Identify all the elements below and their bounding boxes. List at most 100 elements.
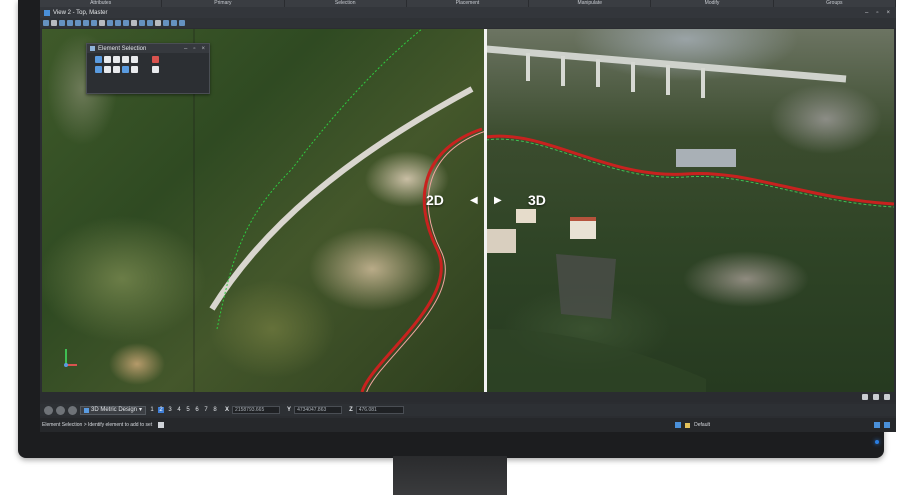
render-icon[interactable] [163,20,169,26]
pan-view-icon[interactable] [107,20,113,26]
view-menu-icon[interactable] [884,394,890,400]
view-status-bar [40,392,896,402]
terrain-3d-overlay [485,45,894,392]
view-button-8[interactable]: 8 [212,407,218,413]
element-selection-icon [90,46,95,51]
axis-triad-icon [64,349,77,367]
select-all-icon[interactable] [131,66,138,73]
lighting-icon[interactable] [171,20,177,26]
retaining-wall-3d [556,254,616,319]
clear-selection-icon[interactable] [152,56,159,63]
model-dropdown[interactable]: 3D Metric Design ▾ [80,405,147,415]
ribbon-group-primary[interactable]: Primary [162,0,285,7]
status-right-group: Default [675,422,896,428]
add-mode-icon[interactable] [104,66,111,73]
model-icon[interactable] [68,405,77,415]
ribbon-group-manipulate[interactable]: Manipulate [529,0,652,7]
close-icon[interactable]: × [886,10,890,16]
view-button-5[interactable]: 5 [185,407,191,413]
individual-select-icon[interactable] [95,56,102,63]
monitor: Attributes Primary Selection Placement M… [18,0,896,458]
element-selection-panel: Element Selection – ▫ × [86,43,210,94]
lock-icon[interactable] [685,422,691,428]
view-toggle-icon[interactable] [862,394,868,400]
x-label: X [225,407,230,413]
road-edge-2d [366,130,487,392]
shape-select-icon[interactable] [113,56,120,63]
restore-icon[interactable]: ▫ [876,10,878,16]
view-button-6[interactable]: 6 [194,407,200,413]
minimize-icon[interactable]: – [865,10,868,16]
back-button[interactable] [44,405,53,415]
road-alignment-2d [360,127,483,392]
model-name: 3D Metric Design [91,406,138,413]
view-display-icon[interactable] [155,20,161,26]
fit-view-icon[interactable] [91,20,97,26]
power-indicator [875,440,879,444]
ribbon-group-labels: Attributes Primary Selection Placement M… [40,0,896,7]
status-prompt: Element Selection > Identify element to … [42,422,153,428]
view-group-icon[interactable] [873,394,879,400]
ribbon-group-selection[interactable]: Selection [285,0,407,7]
view-previous-icon[interactable] [115,20,121,26]
panel-close-icon[interactable]: × [201,46,205,52]
rotate-view-icon[interactable] [99,20,105,26]
forward-button[interactable] [56,405,65,415]
ribbon-group-attributes[interactable]: Attributes [40,0,163,7]
ribbon-group-modify[interactable]: Modify [651,0,774,7]
new-mode-icon[interactable] [95,66,102,73]
active-level[interactable]: Default [694,422,710,428]
label-2d: 2D [426,192,444,208]
subtract-mode-icon[interactable] [113,66,120,73]
view-button-4[interactable]: 4 [176,407,182,413]
notification-icon[interactable] [874,422,880,428]
snap-mode-icon[interactable] [675,422,682,428]
divider-left-arrow-icon[interactable]: ◀ [470,195,478,206]
view-title-bar: View 2 - Top, Master – ▫ × [40,7,896,18]
panel-window-controls: – ▫ × [184,46,209,52]
y-label: Y [287,407,292,413]
update-view-icon[interactable] [59,20,65,26]
foreground-slope [486,329,706,392]
view-button-1[interactable]: 1 [149,407,155,413]
y-coordinate-field[interactable]: 4734047.863 [294,406,343,414]
block-select-icon[interactable] [104,56,111,63]
selection-modes-row [87,63,209,73]
window-area-icon[interactable] [83,20,89,26]
coordinate-bar: 3D Metric Design ▾ 1 2 3 4 5 6 7 8 X 215… [40,404,896,416]
camera-icon[interactable] [139,20,145,26]
view-next-icon[interactable] [123,20,129,26]
invert-mode-icon[interactable] [122,66,129,73]
line-select-icon[interactable] [131,56,138,63]
chevron-down-icon: ▾ [139,406,143,413]
divider-right-arrow-icon[interactable]: ▶ [494,195,502,206]
zoom-in-icon[interactable] [67,20,73,26]
x-coordinate-field[interactable]: 2158793.665 [232,406,281,414]
split-view-divider[interactable] [484,29,487,392]
element-selection-title: Element Selection [98,45,147,52]
view-button-3[interactable]: 3 [167,407,173,413]
panel-minimize-icon[interactable]: – [184,46,187,52]
copy-view-icon[interactable] [131,20,137,26]
view-button-2[interactable]: 2 [158,407,165,413]
display-style-icon[interactable] [51,20,57,26]
view-icon [44,9,50,16]
reality-mesh-3d-view[interactable] [485,29,894,392]
ribbon-group-groups[interactable]: Groups [774,0,896,7]
ribbon-group-placement[interactable]: Placement [407,0,530,7]
view-button-7[interactable]: 7 [203,407,209,413]
panel-restore-icon[interactable]: ▫ [193,46,195,52]
selection-methods-row [87,53,209,63]
clip-volume-icon[interactable] [147,20,153,26]
monitor-stand [393,456,507,495]
view-attributes-icon[interactable] [43,20,49,26]
message-center-icon[interactable] [158,422,165,428]
z-coordinate-field[interactable]: 476.081 [355,406,404,414]
element-selection-titlebar[interactable]: Element Selection – ▫ × [87,44,209,53]
settings-icon[interactable] [884,422,890,428]
view-settings-icon[interactable] [179,20,185,26]
zoom-out-icon[interactable] [75,20,81,26]
map-viewport[interactable]: 2D ◀ ▶ 3D Element Selection – ▫ × [42,29,894,392]
select-options-icon[interactable] [152,66,159,73]
circle-select-icon[interactable] [122,56,129,63]
